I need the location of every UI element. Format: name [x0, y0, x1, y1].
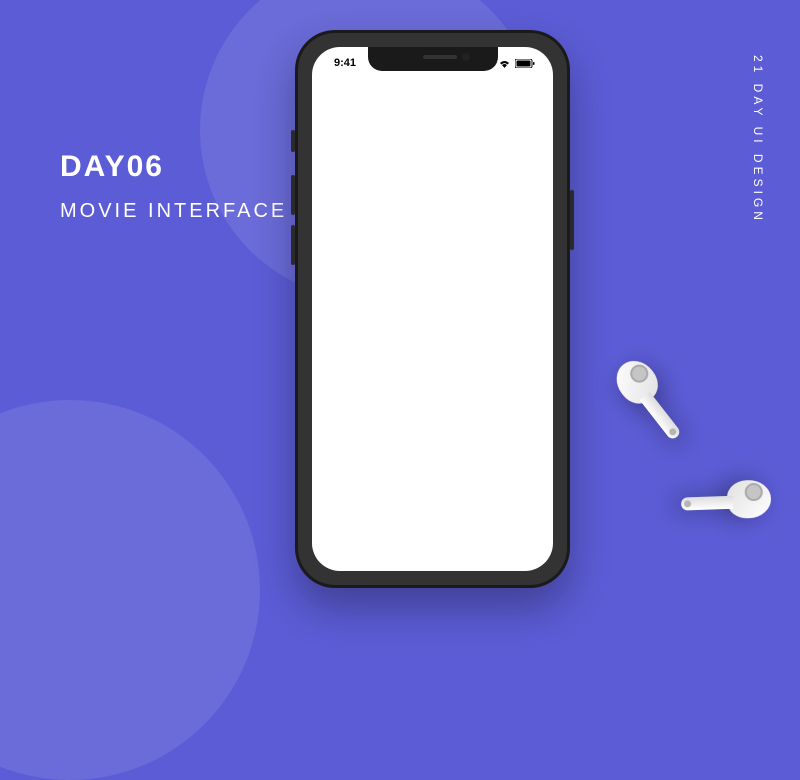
decorative-circle-bottom — [0, 400, 260, 780]
phone-screen: 9:41 — [312, 47, 553, 571]
phone-bezel: 9:41 — [298, 33, 567, 585]
volume-down-button — [291, 225, 295, 265]
airpod-right — [608, 353, 693, 447]
mute-switch — [291, 130, 295, 152]
wifi-icon — [498, 59, 511, 68]
project-subtitle: MOVIE INTERFACE — [60, 200, 287, 223]
day-title: DAY06 — [60, 150, 164, 184]
power-button — [570, 190, 574, 250]
series-label: 21 DAY UI DESIGN — [751, 55, 765, 224]
phone-mockup: 9:41 — [295, 30, 570, 588]
volume-up-button — [291, 175, 295, 215]
battery-icon — [515, 59, 535, 68]
phone-notch — [368, 47, 498, 71]
status-time: 9:41 — [334, 57, 356, 69]
airpod-left — [680, 479, 771, 520]
